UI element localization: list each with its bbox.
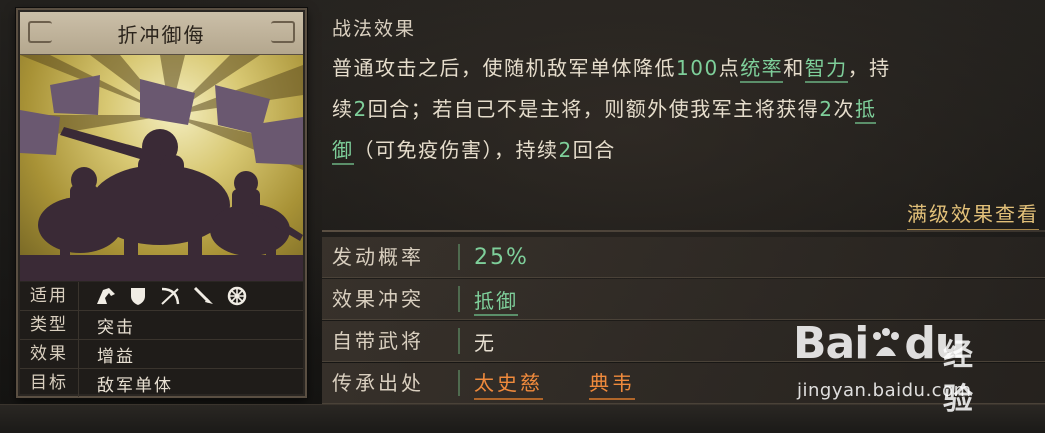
shield-icon [131,288,145,305]
card-stats: 适用 类型 突击 效果 增益 目标 敌军单体 [20,282,303,397]
full-level-effect-link[interactable]: 满级效果查看 [907,198,1039,231]
desc-text: 回合；若自己不是主将，则额外使我军主将获得 [367,97,820,121]
info-label-inherit: 传承出处 [322,370,460,396]
info-label-conflict: 效果冲突 [322,286,460,312]
desc-text: 续 [332,97,354,121]
desc-text: 和 [783,56,805,80]
desc-text: 次 [833,97,855,121]
title-ornament-right [271,21,295,43]
desc-line-3: 御（可免疫伤害），持续2回合 [332,130,1045,171]
inherit-sources: 太史慈 典韦 [460,367,635,400]
skill-card: 折冲御侮 适用 类型 突击 效果 增益 目标 敌军单体 [16,8,307,398]
desc-line-1: 普通攻击之后，使随机敌军单体降低100点统率和智力，持 [332,48,1045,89]
desc-text: ，持 [847,56,891,80]
card-title: 折冲御侮 [117,22,206,47]
info-row-rate: 发动概率 25% [322,237,1045,278]
stat-row-effect: 效果 增益 [20,340,303,369]
info-value-general: 无 [474,330,496,355]
keyword-intelligence-link[interactable]: 智力 [804,56,848,83]
stat-label-applicable: 适用 [20,282,79,310]
paw-icon [873,328,900,356]
desc-text: 回合 [572,138,616,162]
desc-number: 2 [353,97,368,121]
stat-value-type: 突击 [97,317,135,338]
keyword-command-link[interactable]: 统率 [740,56,784,83]
section-title: 战法效果 [332,18,417,40]
applicable-unit-icons [79,286,247,306]
stat-row-target: 目标 敌军单体 [20,369,303,397]
keyword-resist-link[interactable]: 抵 [854,97,877,124]
inherit-source-dianwei[interactable]: 典韦 [589,367,635,400]
info-row-conflict: 效果冲突 抵御 [322,279,1045,320]
desc-text: 普通攻击之后，使随机敌军单体降低 [332,56,676,80]
watermark-cn: 经验 [943,338,973,417]
inherit-source-taishici[interactable]: 太史慈 [474,367,543,400]
desc-number: 2 [819,97,834,121]
stat-row-applicable: 适用 [20,282,303,311]
stat-value-target: 敌军单体 [97,375,173,396]
spear-icon [193,286,213,304]
baidu-logo: Bai du [793,318,966,369]
cavalry-silhouette-art [20,55,303,281]
desc-number: 2 [558,138,573,162]
desc-number: 100 [676,56,719,80]
desc-text: （可免疫伤害），持续 [353,138,559,162]
info-value-rate: 25% [474,244,529,270]
wheel-icon [227,286,247,306]
divider [322,230,1045,232]
card-title-bar: 折冲御侮 [20,12,303,55]
cavalry-icon [97,288,115,304]
title-ornament-left [28,21,52,43]
watermark-url: jingyan.baidu.com [797,380,972,401]
info-value-conflict: 抵御 [460,285,518,316]
stat-label-effect: 效果 [20,340,79,368]
bow-icon [161,287,180,305]
desc-text: 点 [718,56,741,80]
info-label-rate: 发动概率 [322,244,460,270]
skill-artwork [20,55,303,281]
keyword-resist-link[interactable]: 御 [332,138,354,165]
watermark-logo-text: Bai [793,318,869,369]
stat-row-type: 类型 突击 [20,311,303,340]
stat-label-target: 目标 [20,369,79,397]
info-label-general: 自带武将 [322,328,460,354]
stat-value-effect: 增益 [97,346,135,367]
conflict-resist-link[interactable]: 抵御 [474,288,518,316]
skill-description: 普通攻击之后，使随机敌军单体降低100点统率和智力，持 续2回合；若自己不是主将… [332,48,1045,171]
desc-line-2: 续2回合；若自己不是主将，则额外使我军主将获得2次抵 [332,89,1045,130]
stat-label-type: 类型 [20,311,79,339]
baidu-jingyan-watermark: Bai du 经验 jingyan.baidu.com [793,318,993,418]
